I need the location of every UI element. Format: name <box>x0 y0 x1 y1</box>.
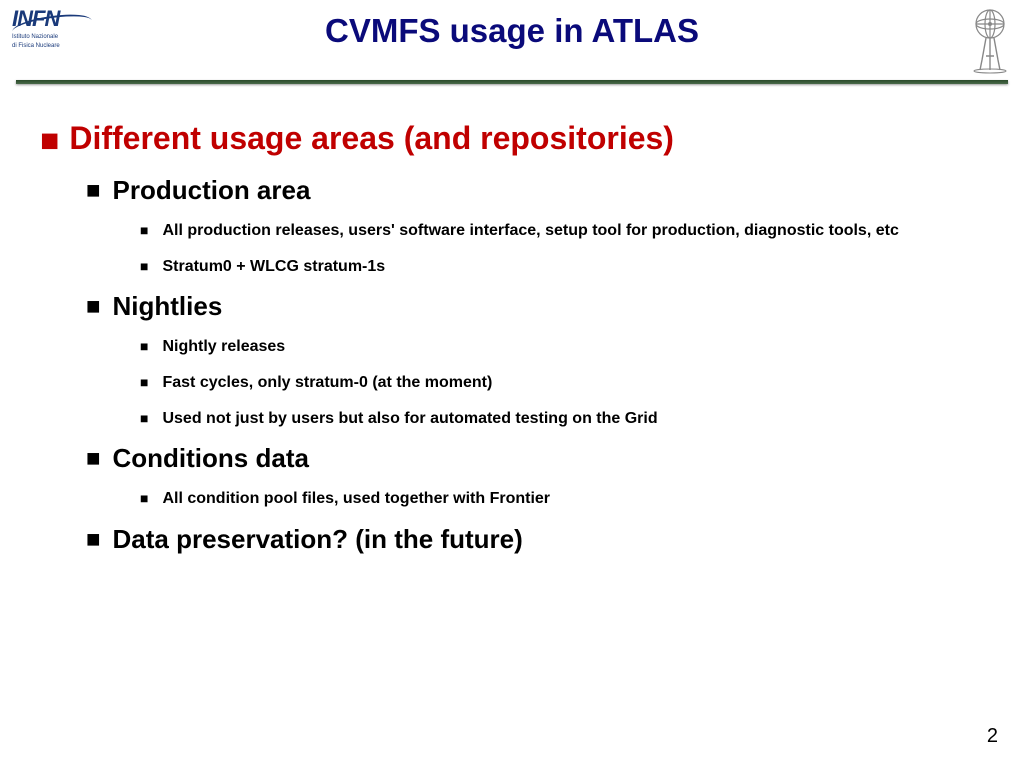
list-item: ■ Nightly releases <box>140 336 984 358</box>
square-bullet-icon: ■ <box>140 223 148 237</box>
square-bullet-icon: ■ <box>140 411 148 425</box>
section-title: Production area <box>113 175 311 206</box>
square-bullet-icon: ■ <box>140 491 148 505</box>
section-conditions: ■ Conditions data <box>86 443 984 474</box>
slide: INFN Istituto Nazionale di Fisica Nuclea… <box>0 0 1024 768</box>
list-item: ■ Stratum0 + WLCG stratum-1s <box>140 256 984 278</box>
square-bullet-icon: ■ <box>86 528 101 552</box>
main-heading-row: ■ Different usage areas (and repositorie… <box>40 120 984 157</box>
page-number: 2 <box>987 725 998 748</box>
section-production: ■ Production area <box>86 175 984 206</box>
square-bullet-icon: ■ <box>86 295 101 319</box>
section-title: Conditions data <box>113 443 309 474</box>
list-item: ■ Used not just by users but also for au… <box>140 408 984 430</box>
square-bullet-icon: ■ <box>140 339 148 353</box>
section-title: Data preservation? (in the future) <box>113 524 523 555</box>
square-bullet-icon: ■ <box>140 375 148 389</box>
section-title: Nightlies <box>113 291 223 322</box>
square-bullet-icon: ■ <box>86 447 101 471</box>
square-bullet-icon: ■ <box>40 124 59 156</box>
list-item-text: Stratum0 + WLCG stratum-1s <box>162 256 385 278</box>
list-item: ■ Fast cycles, only stratum-0 (at the mo… <box>140 372 984 394</box>
list-item: ■ All production releases, users' softwa… <box>140 220 984 242</box>
atlas-logo <box>966 4 1014 74</box>
square-bullet-icon: ■ <box>140 259 148 273</box>
section-nightlies: ■ Nightlies <box>86 291 984 322</box>
content: ■ Different usage areas (and repositorie… <box>40 120 984 561</box>
list-item-text: All condition pool files, used together … <box>162 488 550 510</box>
list-item-text: Fast cycles, only stratum-0 (at the mome… <box>162 372 492 394</box>
list-item-text: Nightly releases <box>162 336 285 358</box>
list-item-text: All production releases, users' software… <box>162 220 898 242</box>
header-divider <box>16 80 1008 84</box>
list-item-text: Used not just by users but also for auto… <box>162 408 657 430</box>
header: INFN Istituto Nazionale di Fisica Nuclea… <box>0 0 1024 90</box>
section-data-preservation: ■ Data preservation? (in the future) <box>86 524 984 555</box>
main-heading: Different usage areas (and repositories) <box>69 120 674 157</box>
square-bullet-icon: ■ <box>86 179 101 203</box>
page-title: CVMFS usage in ATLAS <box>0 12 1024 50</box>
list-item: ■ All condition pool files, used togethe… <box>140 488 984 510</box>
